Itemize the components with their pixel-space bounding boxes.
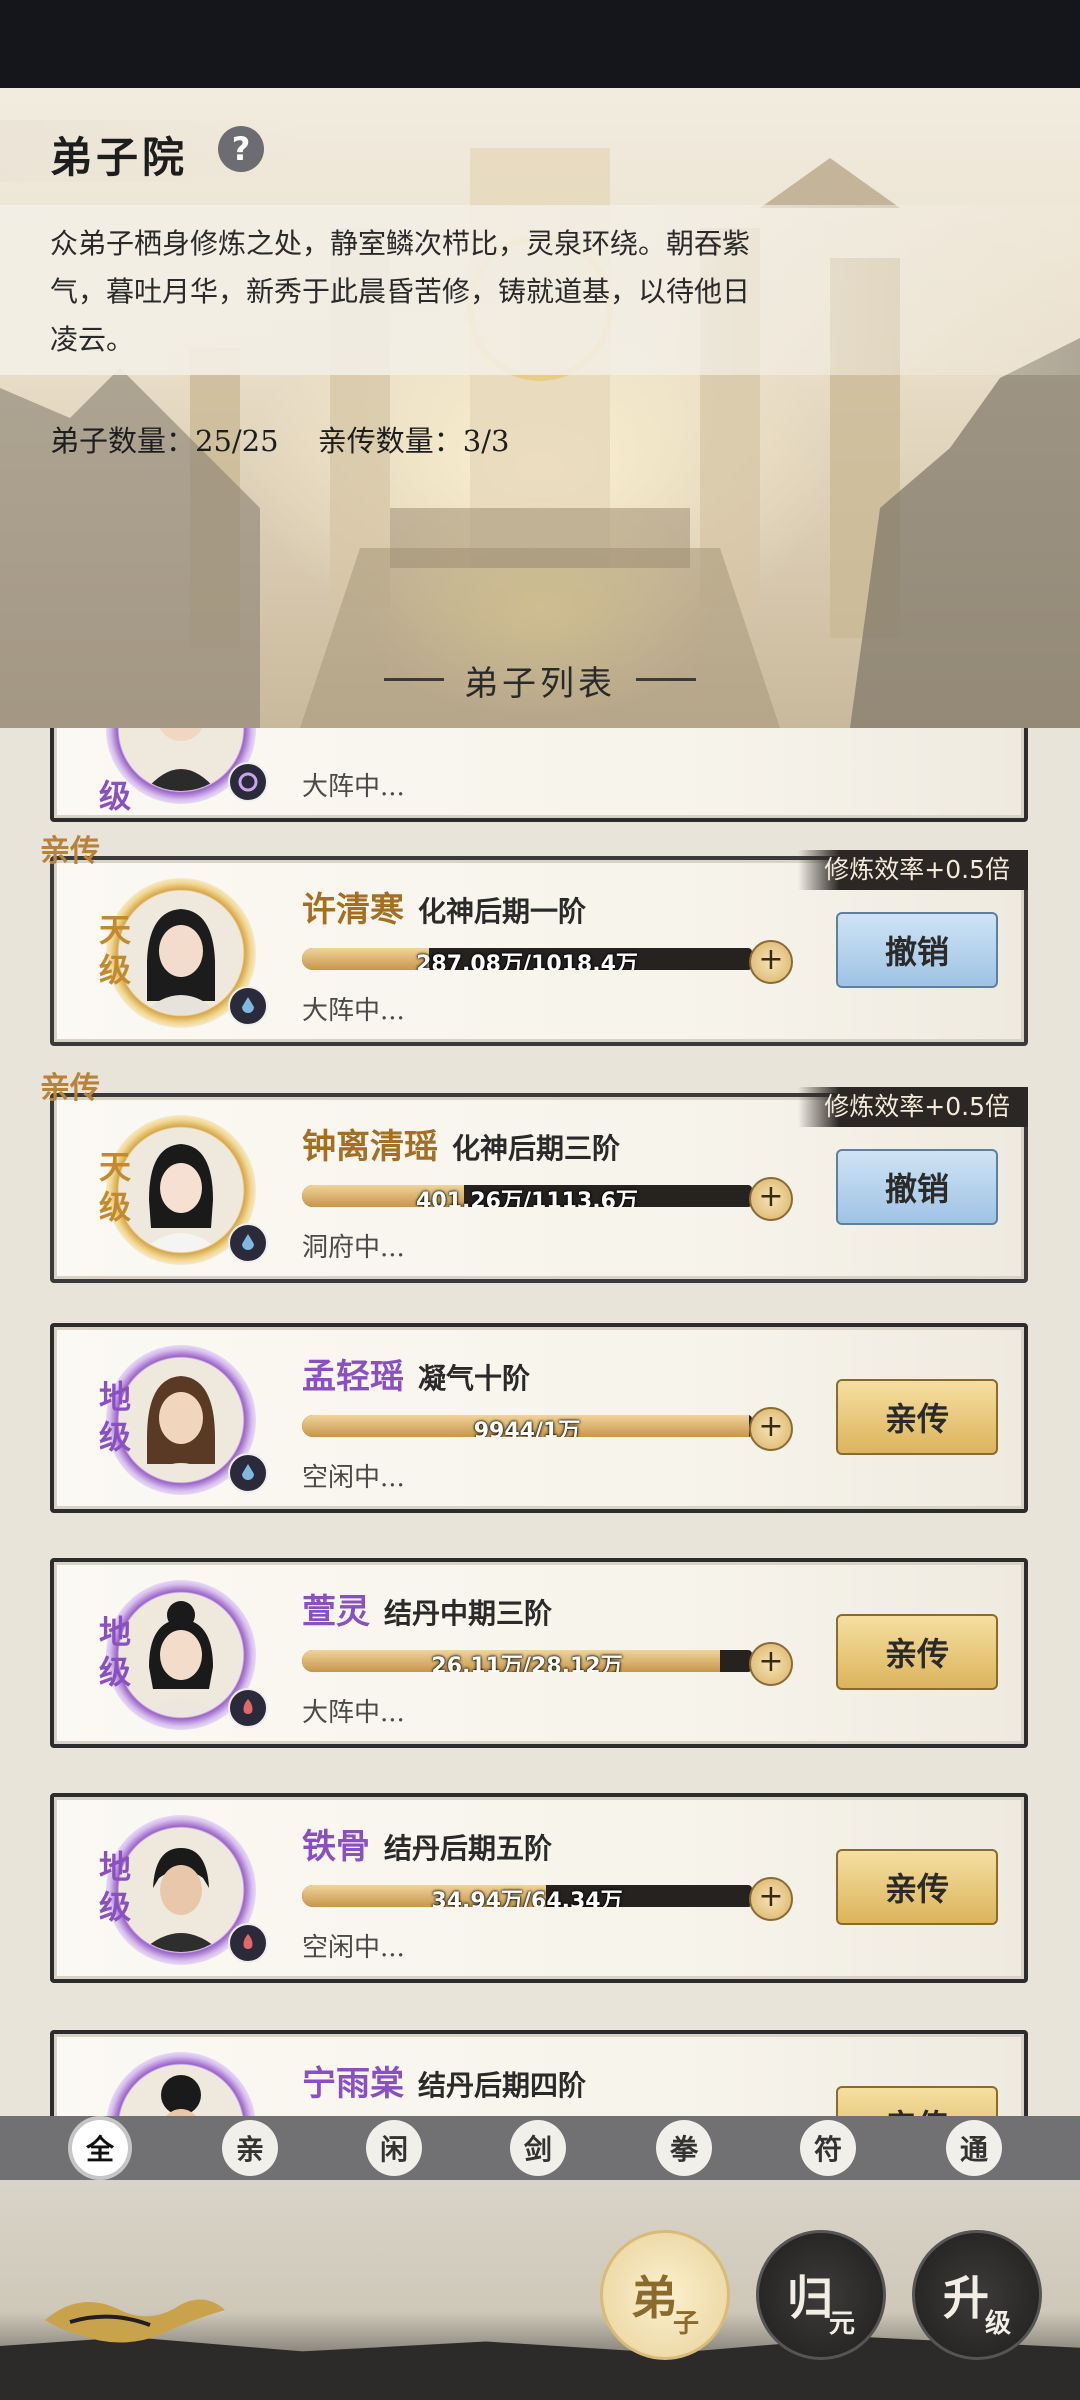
golden-cloud-icon [45,2299,225,2343]
filter-tab-qinchuan[interactable]: 亲 [222,2120,278,2176]
disciple-card[interactable]: 宁雨棠结丹后期四阶 亲传 [50,2030,1028,2116]
disciple-card[interactable]: 地级 萱灵 结丹中期三阶 26.11万/28.12万 + 大阵中... 亲传 [50,1558,1028,1748]
bonus-badge: 修炼效率+0.5倍 [798,850,1028,890]
filter-tab-fist[interactable]: 拳 [656,2120,712,2176]
nav-guiyuan-sublabel: 元 [828,2308,855,2339]
exp-progress-bar: 34.94万/64.34万 [302,1885,752,1907]
qinchuan-button[interactable]: 亲传 [836,1849,998,1925]
spirit-icon [228,762,268,802]
disciple-realm: 结丹后期四阶 [418,2069,587,2102]
avatar-ring [106,2052,256,2116]
disciple-status: 空闲中... [302,1933,405,1963]
help-icon[interactable]: ? [218,126,264,172]
disciple-name: 许清寒 化神后期一阶 [302,890,587,930]
disciple-count: 弟子数量：25/25 [50,424,279,458]
list-title: 弟子列表 [384,656,696,705]
disciple-card[interactable]: 地级 铁骨 结丹后期五阶 34.94万/64.34万 + 空闲中... 亲传 [50,1793,1028,1983]
grade-label: 地级 [99,1613,132,1691]
filter-tab-all[interactable]: 全 [72,2120,128,2176]
grade-label: 天级 [99,1148,132,1226]
qinchuan-button[interactable]: 亲传 [836,2086,998,2116]
nav-disciples-button[interactable]: 弟子 [600,2230,730,2360]
add-exp-button[interactable]: + [749,1177,793,1221]
exp-progress-text: 26.11万/28.12万 [431,1654,623,1672]
filter-tab-general[interactable]: 通 [946,2120,1002,2176]
disciple-name: 萱灵 结丹中期三阶 [302,1592,553,1632]
exp-progress-text: 9944/1万 [473,1419,581,1437]
disciple-stats: 弟子数量：25/25 亲传数量：3/3 [50,418,509,460]
disciple-realm: 化神后期一阶 [418,895,587,928]
avatar [119,1593,243,1717]
disciple-realm: 结丹后期五阶 [384,1832,553,1865]
grade-label: 地级 [99,1378,132,1456]
add-exp-button[interactable]: + [749,940,793,984]
fire-icon [228,1688,268,1728]
qinchuan-count: 亲传数量：3/3 [317,424,510,458]
page-title: 弟子院 [50,133,189,182]
disciple-name: 铁骨 结丹后期五阶 [302,1827,553,1867]
grade-label: 级 [99,777,132,815]
revoke-button[interactable]: 撤销 [836,912,998,988]
exp-progress-bar: 401.26万/1113.6万 [302,1185,752,1207]
exp-progress-bar: 9944/1万 [302,1415,752,1437]
fire-icon [228,1923,268,1963]
water-icon [228,986,268,1026]
qinchuan-tag: 亲传 [40,834,100,869]
grade-label: 地级 [99,1848,132,1926]
disciple-realm: 凝气十阶 [418,1362,531,1395]
avatar [119,2065,243,2116]
nav-guiyuan-label: 归 [786,2271,833,2325]
grade-label: 天级 [99,911,132,989]
bottom-nav: 弟子 归元 升级 [0,2180,1080,2400]
nav-guiyuan-button[interactable]: 归元 [756,2230,886,2360]
disciple-realm: 结丹中期三阶 [384,1597,553,1630]
disciple-realm: 化神后期三阶 [452,1132,621,1165]
page-description: 众弟子栖身修炼之处，静室鳞次栉比，灵泉环绕。朝吞紫气，暮吐月华，新秀于此晨昏苦修… [50,227,751,356]
exp-progress-text: 287.08万/1018.4万 [416,952,638,970]
disciple-status: 大阵中... [302,996,405,1026]
nav-upgrade-sublabel: 级 [984,2308,1011,2339]
nav-disciples-sublabel: 子 [672,2308,699,2339]
avatar [119,728,243,791]
avatar [119,1128,243,1252]
avatar [119,891,243,1015]
filter-bar: 全 亲 闲 剑 拳 符 通 [0,2116,1080,2180]
exp-progress-text: 34.94万/64.34万 [431,1889,623,1907]
disciple-status: 大阵中... [302,772,405,802]
status-bar [0,0,1080,88]
filter-tab-sword[interactable]: 剑 [510,2120,566,2176]
disciple-status: 大阵中... [302,1698,405,1728]
qinchuan-button[interactable]: 亲传 [836,1379,998,1455]
disciple-card[interactable]: 级 + 大阵中... [50,728,1028,822]
avatar [119,1358,243,1482]
list-title-banner: 弟子列表 [330,650,750,710]
water-icon [228,1223,268,1263]
disciple-name: 钟离清瑶 化神后期三阶 [302,1127,621,1167]
add-exp-button[interactable]: + [749,1407,793,1451]
disciple-card[interactable]: 亲传 修炼效率+0.5倍 天级 钟离清瑶 化神后期三阶 401.26万/1113.… [40,1071,1028,1283]
add-exp-button[interactable]: + [749,1642,793,1686]
water-icon [228,1453,268,1493]
disciple-name: 宁雨棠 结丹后期四阶 [302,2064,587,2104]
exp-progress-bar: 26.11万/28.12万 [302,1650,752,1672]
disciple-status: 空闲中... [302,1463,405,1493]
exp-progress-bar: 287.08万/1018.4万 [302,948,752,970]
disciple-status: 洞府中... [302,1233,405,1263]
disciple-card[interactable]: 地级 孟轻瑶 凝气十阶 9944/1万 + 空闲中... 亲传 [50,1323,1028,1513]
avatar [119,1828,243,1952]
exp-progress-text: 401.26万/1113.6万 [416,1189,638,1207]
disciple-card[interactable]: 亲传 修炼效率+0.5倍 天级 许清寒 化神后期一阶 287.08万/1018.4… [40,834,1028,1046]
qinchuan-button[interactable]: 亲传 [836,1614,998,1690]
disciple-list[interactable]: 级 + 大阵中... 亲传 修炼效率+0.5倍 天级 许清寒化神后期一阶 287… [0,728,1080,2116]
bonus-badge: 修炼效率+0.5倍 [798,1087,1028,1127]
filter-tab-idle[interactable]: 闲 [366,2120,422,2176]
disciple-name: 孟轻瑶 凝气十阶 [302,1357,531,1397]
nav-upgrade-button[interactable]: 升级 [912,2230,1042,2360]
revoke-button[interactable]: 撤销 [836,1149,998,1225]
add-exp-button[interactable]: + [749,1877,793,1921]
filter-tab-talisman[interactable]: 符 [800,2120,856,2176]
nav-disciples-label: 弟 [630,2271,677,2325]
qinchuan-tag: 亲传 [40,1071,100,1106]
nav-upgrade-label: 升 [942,2271,989,2325]
